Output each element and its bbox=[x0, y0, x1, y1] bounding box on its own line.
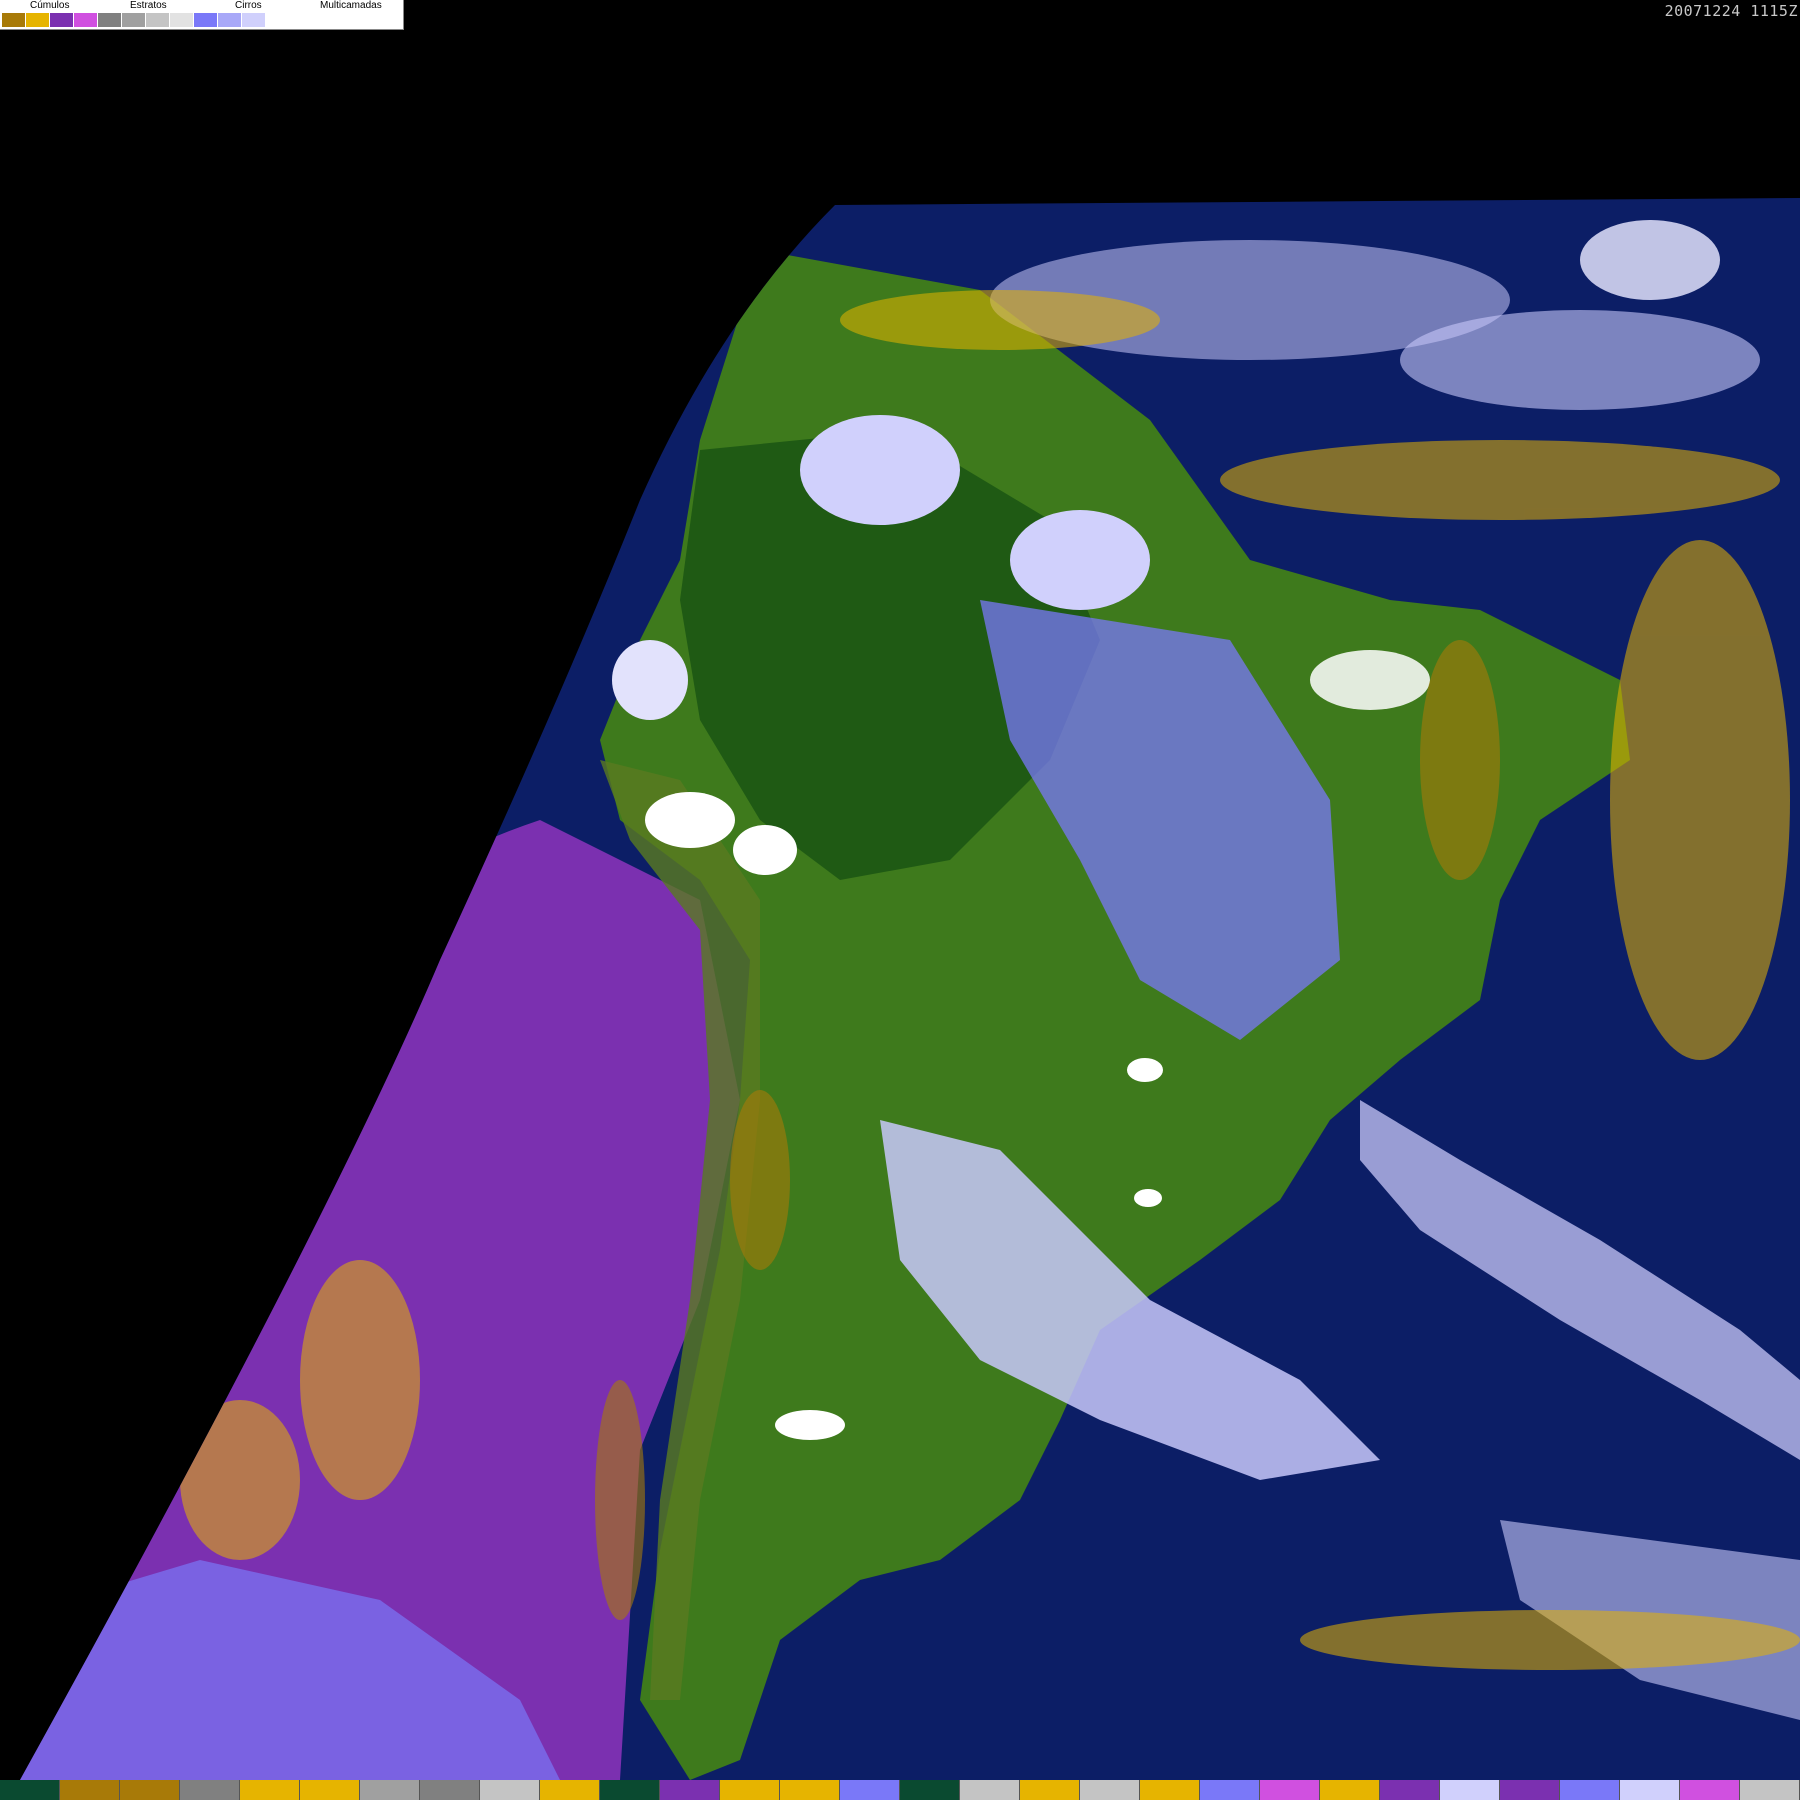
bottom-bar-cell bbox=[960, 1780, 1020, 1800]
bottom-bar-cell bbox=[1320, 1780, 1380, 1800]
legend-swatch bbox=[242, 13, 266, 27]
legend-label-stratus: Estratos bbox=[130, 0, 167, 11]
earth-disk bbox=[20, 198, 1800, 1780]
bottom-bar-cell bbox=[540, 1780, 600, 1800]
bottom-bar-cell bbox=[780, 1780, 840, 1800]
bottom-bar-cell bbox=[300, 1780, 360, 1800]
bottom-bar-cell bbox=[600, 1780, 660, 1800]
legend-swatch bbox=[194, 13, 218, 27]
image-timestamp: 20071224 1115Z bbox=[1664, 2, 1798, 20]
bottom-bar-cell bbox=[1680, 1780, 1740, 1800]
bottom-bar-cell bbox=[240, 1780, 300, 1800]
bottom-bar-cell bbox=[720, 1780, 780, 1800]
satellite-map bbox=[20, 198, 1800, 1780]
legend-swatch bbox=[170, 13, 194, 27]
legend-swatches bbox=[2, 13, 290, 27]
bottom-bar-cell bbox=[1620, 1780, 1680, 1800]
cloud-type-legend: Cúmulos Estratos Cirros Multicamadas bbox=[0, 0, 404, 30]
legend-swatch bbox=[98, 13, 122, 27]
bottom-bar-cell bbox=[1740, 1780, 1800, 1800]
legend-swatch bbox=[218, 13, 242, 27]
bottom-bar-cell bbox=[1260, 1780, 1320, 1800]
bottom-bar-cell bbox=[1020, 1780, 1080, 1800]
legend-swatch bbox=[74, 13, 98, 27]
bottom-bar-cell bbox=[1080, 1780, 1140, 1800]
legend-swatch bbox=[266, 13, 290, 27]
bottom-bar-cell bbox=[1200, 1780, 1260, 1800]
bottom-bar-cell bbox=[900, 1780, 960, 1800]
bottom-bar-cell bbox=[120, 1780, 180, 1800]
bottom-bar-cell bbox=[1440, 1780, 1500, 1800]
bottom-bar-cell bbox=[360, 1780, 420, 1800]
legend-swatch bbox=[26, 13, 50, 27]
legend-swatch bbox=[50, 13, 74, 27]
legend-label-cirrus: Cirros bbox=[235, 0, 262, 11]
bottom-bar-cell bbox=[0, 1780, 60, 1800]
bottom-color-bar bbox=[0, 1780, 1800, 1800]
legend-label-multilayer: Multicamadas bbox=[320, 0, 382, 11]
legend-swatch bbox=[2, 13, 26, 27]
bottom-bar-cell bbox=[1560, 1780, 1620, 1800]
bottom-bar-cell bbox=[840, 1780, 900, 1800]
bottom-bar-cell bbox=[480, 1780, 540, 1800]
bottom-bar-cell bbox=[660, 1780, 720, 1800]
bottom-bar-cell bbox=[1380, 1780, 1440, 1800]
legend-swatch bbox=[122, 13, 146, 27]
bottom-bar-cell bbox=[1500, 1780, 1560, 1800]
bottom-bar-cell bbox=[420, 1780, 480, 1800]
bottom-bar-cell bbox=[60, 1780, 120, 1800]
legend-label-cumulus: Cúmulos bbox=[30, 0, 70, 11]
legend-swatch bbox=[146, 13, 170, 27]
bottom-bar-cell bbox=[1140, 1780, 1200, 1800]
bottom-bar-cell bbox=[180, 1780, 240, 1800]
